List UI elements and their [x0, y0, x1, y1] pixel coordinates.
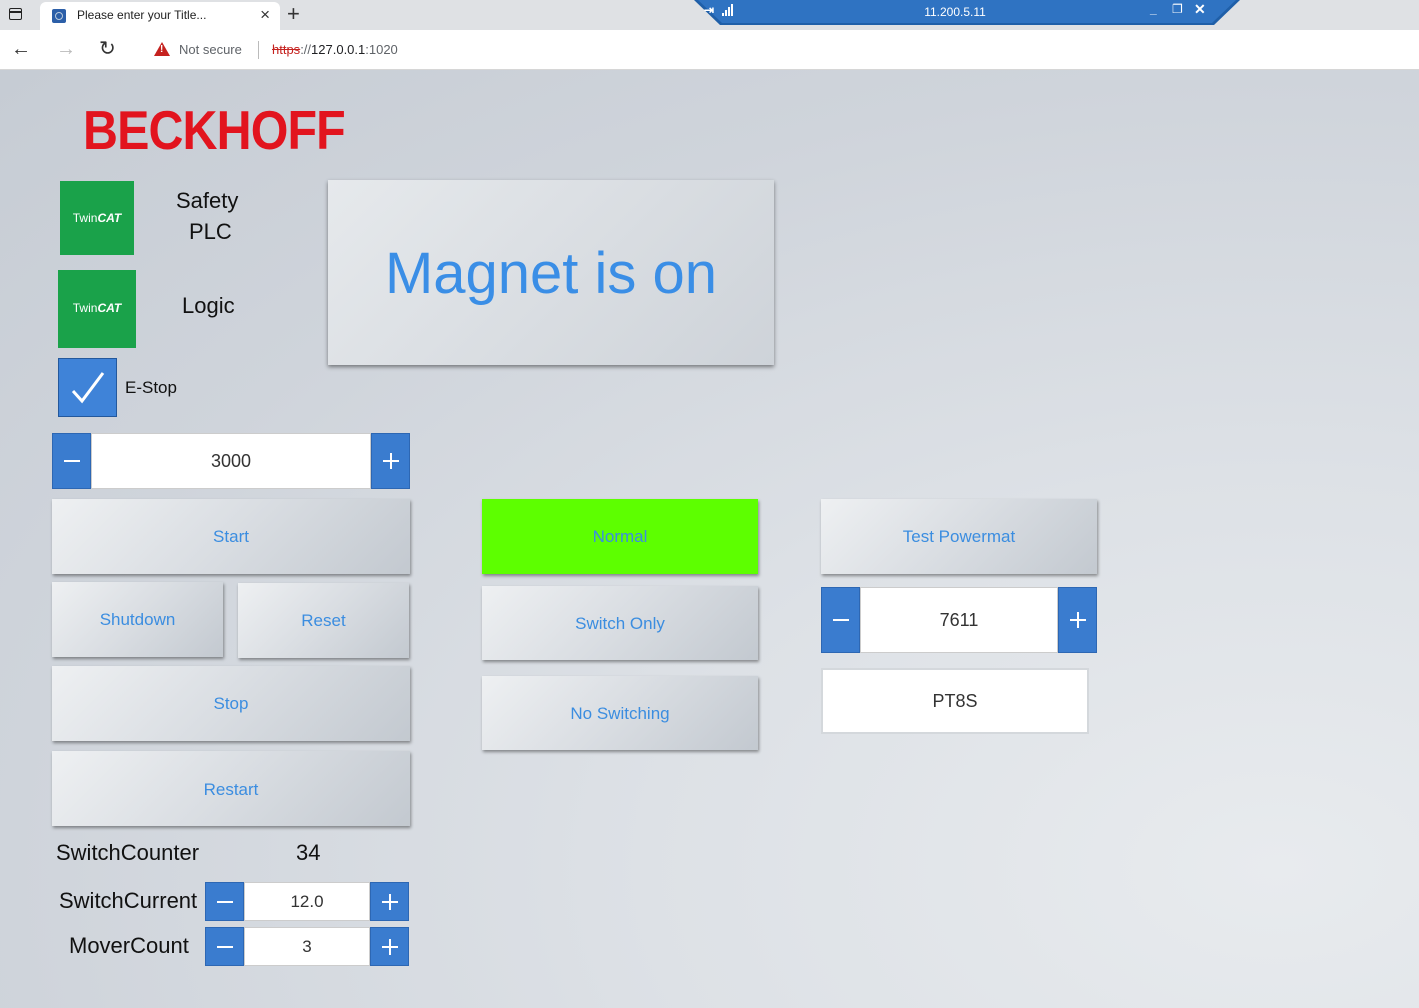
reset-button[interactable]: Reset: [238, 583, 409, 658]
test-powermat-button[interactable]: Test Powermat: [821, 499, 1097, 574]
url-port: :1020: [365, 42, 398, 57]
stop-button[interactable]: Stop: [52, 666, 410, 741]
powermat-decrement-button[interactable]: [821, 587, 860, 653]
tab-favicon-icon: [52, 9, 66, 23]
shutdown-button[interactable]: Shutdown: [52, 582, 223, 657]
estop-checkbox[interactable]: [58, 358, 117, 417]
powermat-increment-button[interactable]: [1058, 587, 1097, 653]
rdp-minimize-icon[interactable]: _: [1150, 2, 1157, 16]
normal-mode-button[interactable]: Normal: [482, 499, 758, 574]
url-divider: [258, 41, 259, 59]
restart-button-label: Restart: [203, 780, 259, 799]
reload-icon[interactable]: ↻: [99, 38, 116, 60]
mover-count-input[interactable]: 3: [244, 927, 370, 966]
switch-current-decrement-button[interactable]: [205, 882, 244, 921]
switch-current-stepper: 12.0: [205, 882, 409, 921]
shutdown-button-label: Shutdown: [99, 610, 176, 629]
twincat-logo: TwinCAT: [72, 211, 122, 225]
setpoint-decrement-button[interactable]: [52, 433, 91, 489]
start-button-label: Start: [213, 527, 249, 546]
forward-arrow-icon[interactable]: →: [56, 38, 76, 60]
url-field[interactable]: Not secure https://127.0.0.1:1020: [136, 34, 1419, 66]
logic-label: Logic: [182, 293, 235, 318]
switch-only-label: Switch Only: [575, 614, 665, 633]
pt-textbox[interactable]: PT8S: [821, 668, 1089, 734]
test-powermat-label: Test Powermat: [902, 527, 1016, 546]
tab-close-icon[interactable]: ×: [260, 6, 270, 24]
switch-current-input[interactable]: 12.0: [244, 882, 370, 921]
tab-title: Please enter your Title...: [77, 8, 207, 22]
browser-address-bar: ← → ↻ Not secure https://127.0.0.1:1020: [0, 30, 1419, 70]
powermat-input[interactable]: 7611: [860, 587, 1058, 653]
beckhoff-logo: BECKHOFF: [83, 99, 346, 161]
magnet-status-text: Magnet is on: [384, 241, 718, 306]
estop-label: E-Stop: [125, 378, 177, 397]
new-tab-button[interactable]: +: [287, 2, 300, 26]
setpoint-stepper: 3000: [52, 433, 410, 489]
warning-icon: [154, 42, 170, 56]
no-switching-button[interactable]: No Switching: [482, 676, 758, 750]
switch-counter-label: SwitchCounter: [56, 840, 200, 865]
mover-count-label: MoverCount: [69, 933, 189, 958]
back-arrow-icon[interactable]: ←: [11, 38, 31, 60]
security-status[interactable]: Not secure: [179, 42, 242, 57]
magnet-status-banner: Magnet is on: [328, 180, 774, 365]
twincat-logic-indicator: TwinCAT: [58, 270, 136, 348]
url-scheme: https: [272, 42, 301, 57]
url-separator: ://: [300, 42, 312, 57]
mover-count-increment-button[interactable]: [370, 927, 409, 966]
rdp-restore-icon[interactable]: ❐: [1172, 2, 1183, 16]
twincat-logo: TwinCAT: [72, 301, 122, 315]
switch-current-increment-button[interactable]: [370, 882, 409, 921]
switch-counter-value: 34: [296, 840, 321, 865]
switch-only-button[interactable]: Switch Only: [482, 586, 758, 660]
start-button[interactable]: Start: [52, 499, 410, 574]
restart-button[interactable]: Restart: [52, 751, 410, 826]
setpoint-increment-button[interactable]: [371, 433, 410, 489]
twincat-safety-indicator: TwinCAT: [60, 181, 134, 255]
no-switching-label: No Switching: [570, 704, 670, 723]
checkmark-icon: [71, 372, 105, 404]
mover-count-decrement-button[interactable]: [205, 927, 244, 966]
url-host: 127.0.0.1: [311, 42, 366, 57]
url-text[interactable]: https://127.0.0.1:1020: [272, 42, 398, 57]
browser-tab[interactable]: Please enter your Title... ×: [40, 2, 280, 30]
safety-label-line1: Safety: [176, 188, 239, 213]
window-menu-icon[interactable]: [9, 8, 22, 20]
setpoint-input[interactable]: 3000: [91, 433, 371, 489]
rdp-close-icon[interactable]: ✕: [1194, 1, 1206, 18]
switch-current-label: SwitchCurrent: [59, 888, 198, 913]
stop-button-label: Stop: [213, 694, 249, 713]
normal-mode-label: Normal: [592, 527, 648, 546]
rdp-signal-icon: [722, 4, 736, 16]
powermat-stepper: 7611: [821, 587, 1097, 653]
rdp-pin-icon[interactable]: ⇥: [704, 3, 714, 17]
rdp-host-address: 11.200.5.11: [924, 5, 986, 19]
reset-button-label: Reset: [301, 611, 346, 630]
mover-count-stepper: 3: [205, 927, 409, 966]
safety-label-line2: PLC: [189, 219, 232, 244]
hmi-page: BECKHOFF TwinCAT Safety PLC TwinCAT Logi…: [0, 70, 1419, 1008]
